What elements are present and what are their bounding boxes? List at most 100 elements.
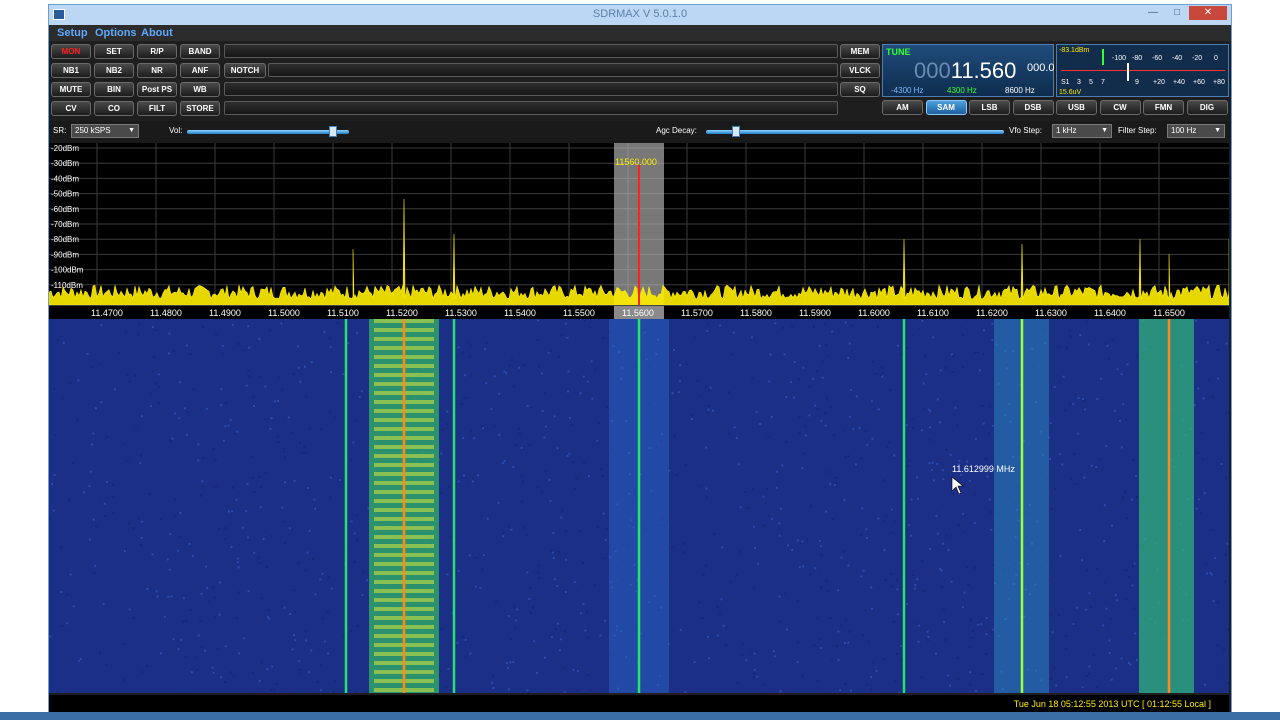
waterfall-noise [895,579,898,582]
waterfall-noise [319,428,322,431]
scale-bottom-7: +60 [1193,79,1205,86]
waterfall-noise [182,620,184,623]
waterfall-noise [1195,319,1197,322]
waterfall-noise [139,461,142,464]
waterfall-noise [966,460,969,463]
nb2-button[interactable]: NB2 [94,63,134,78]
waterfall-noise [304,569,307,572]
waterfall-noise [867,640,870,643]
mode-am-button[interactable]: AM [882,100,923,115]
wb-button[interactable]: WB [180,82,220,97]
waterfall-noise [1061,463,1064,466]
vfo-step-select[interactable]: 1 kHz ▼ [1052,124,1112,138]
volume-slider-handle[interactable] [328,126,337,137]
mute-button[interactable]: MUTE [51,82,91,97]
sample-rate-select[interactable]: 250 kSPS ▼ [71,124,139,138]
menu-about[interactable]: About [141,27,173,39]
cv-button[interactable]: CV [51,101,91,116]
maximize-button[interactable]: □ [1165,6,1189,20]
waterfall-noise [796,539,799,542]
waterfall-noise [707,635,710,638]
mode-fmn-button[interactable]: FMN [1143,100,1184,115]
waterfall-noise [1136,659,1139,661]
waterfall-noise [471,480,474,483]
waterfall-noise [125,547,128,550]
waterfall-noise [245,509,248,512]
vlck-button[interactable]: VLCK [840,63,880,78]
waterfall-noise [1085,320,1088,323]
waterfall-noise [229,419,232,421]
mem-button[interactable]: MEM [840,44,880,59]
waterfall-noise [843,499,846,501]
waterfall-noise [94,564,97,567]
waterfall-noise [848,630,851,633]
waterfall-noise [518,432,521,435]
nr-button[interactable]: NR [137,63,177,78]
waterfall-noise [1223,648,1226,651]
waterfall-noise [602,512,605,515]
spectrum-display[interactable]: -20dBm -30dBm -40dBm -50dBm -60dBm -70dBm -80d… [48,143,1231,306]
waterfall-noise [916,476,918,479]
minimize-button[interactable]: — [1141,6,1165,20]
waterfall-noise [365,692,368,694]
bin-button[interactable]: BIN [94,82,134,97]
mode-dsb-button[interactable]: DSB [1012,100,1054,115]
waterfall-noise [563,691,566,694]
filt-button[interactable]: FILT [137,101,177,116]
waterfall-noise [751,377,754,380]
agc-slider-handle[interactable] [731,126,740,137]
waterfall-display[interactable]: 11.612999 MHz [49,319,1231,695]
filter-step-select[interactable]: 100 Hz ▼ [1167,124,1225,138]
tune-display[interactable]: TUNE 00011.560 000.0 -4300 Hz 4300 Hz 86… [882,44,1055,97]
mode-usb-button[interactable]: USB [1056,100,1097,115]
set-button[interactable]: SET [94,44,134,59]
waterfall-noise [586,380,589,383]
waterfall-noise [283,447,285,450]
mon-button[interactable]: MON [51,44,91,59]
waterfall-noise [801,467,804,470]
waterfall-noise [189,608,192,611]
waterfall-noise [283,520,286,523]
mode-dig-button[interactable]: DIG [1186,100,1228,115]
waterfall-noise [314,593,317,596]
waterfall-noise [935,514,938,517]
waterfall-noise [1110,678,1113,681]
nb1-button[interactable]: NB1 [51,63,91,78]
waterfall-noise [137,333,139,336]
waterfall-noise [728,391,730,394]
mode-sam-button[interactable]: SAM [925,100,967,115]
waterfall-noise [871,360,874,363]
waterfall-noise [949,684,951,687]
anf-button[interactable]: ANF [180,63,220,78]
waterfall-noise [929,426,932,429]
waterfall-noise [237,557,240,560]
sq-button[interactable]: SQ [840,82,880,97]
band-button[interactable]: BAND [180,44,220,59]
mode-lsb-button[interactable]: LSB [969,100,1010,115]
waterfall-noise [138,322,141,325]
waterfall-noise [95,525,98,528]
waterfall-noise [543,436,546,439]
menu-options[interactable]: Options [95,27,137,39]
menu-setup[interactable]: Setup [57,27,88,39]
waterfall-noise [824,412,827,415]
store-button[interactable]: STORE [180,101,220,116]
volume-slider[interactable] [187,126,349,137]
co-button[interactable]: CO [94,101,134,116]
waterfall-noise [975,690,977,693]
waterfall-noise [446,573,449,576]
post-ps-button[interactable]: Post PS [137,82,177,97]
agc-slider[interactable] [706,126,1004,137]
rp-button[interactable]: R/P [137,44,177,59]
waterfall-noise [736,681,739,684]
waterfall-noise [492,674,495,677]
mode-cw-button[interactable]: CW [1099,100,1141,115]
spectrum-plot: -20dBm -30dBm -40dBm -50dBm -60dBm -70dBm -80d… [48,143,1231,306]
notch-button[interactable]: NOTCH [224,63,266,78]
waterfall-noise [266,668,269,671]
waterfall-noise [785,396,788,398]
close-button[interactable]: ✕ [1189,6,1227,20]
waterfall-noise [682,542,685,545]
status-bar: Tue Jun 18 05:12:55 2013 UTC [ 01:12:55 … [49,695,1229,713]
waterfall-noise [140,520,143,523]
